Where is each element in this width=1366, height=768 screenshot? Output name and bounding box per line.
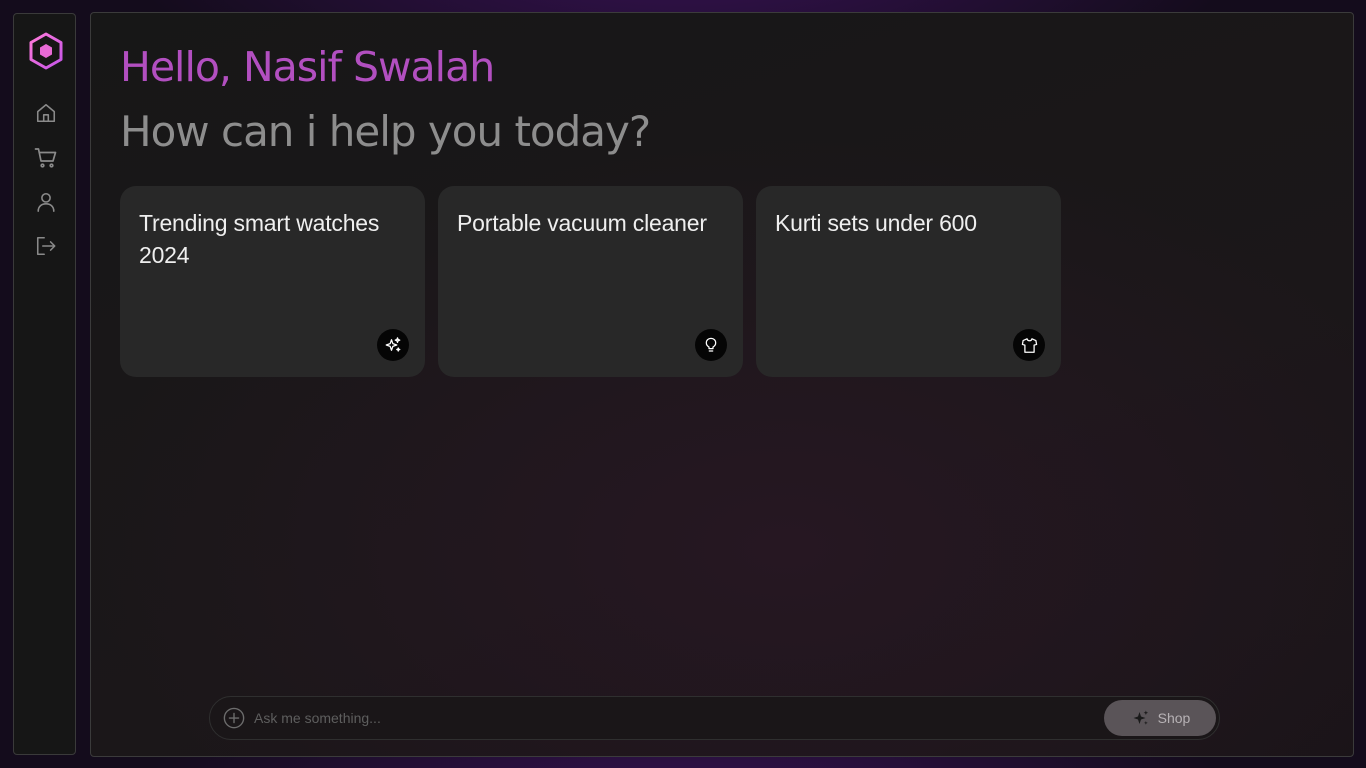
suggestion-card-smart-watches[interactable]: Trending smart watches 2024 xyxy=(120,186,425,377)
lightbulb-icon xyxy=(695,329,727,361)
suggestion-card-text: Kurti sets under 600 xyxy=(775,210,977,236)
cart-icon xyxy=(34,148,57,168)
sidebar-item-cart[interactable] xyxy=(34,146,58,170)
sparkles-icon xyxy=(1133,710,1148,725)
suggestion-card-text: Portable vacuum cleaner xyxy=(457,210,707,236)
shop-button[interactable]: Shop xyxy=(1104,700,1216,736)
shop-button-label: Shop xyxy=(1157,710,1191,726)
sparkles-icon xyxy=(377,329,409,361)
sidebar-item-home[interactable] xyxy=(34,101,58,125)
plus-circle-icon[interactable] xyxy=(223,707,245,729)
suggestion-card-vacuum[interactable]: Portable vacuum cleaner xyxy=(438,186,743,377)
prompt-bar: Shop xyxy=(209,696,1220,740)
home-icon xyxy=(36,103,56,123)
main-panel: Hello, Nasif Swalah How can i help you t… xyxy=(90,12,1354,757)
sidebar-item-logout[interactable] xyxy=(34,234,58,258)
suggestion-card-text: Trending smart watches 2024 xyxy=(139,210,380,268)
ask-input[interactable] xyxy=(254,703,1084,733)
hexagon-logo-icon[interactable] xyxy=(28,32,64,70)
greeting-heading: Hello, Nasif Swalah xyxy=(120,43,495,91)
shirt-icon xyxy=(1013,329,1045,361)
help-subtitle: How can i help you today? xyxy=(120,107,651,156)
user-icon xyxy=(37,192,55,212)
sidebar-item-profile[interactable] xyxy=(34,190,58,214)
suggestion-card-kurti[interactable]: Kurti sets under 600 xyxy=(756,186,1061,377)
sidebar xyxy=(13,13,76,755)
logout-icon xyxy=(36,236,56,256)
